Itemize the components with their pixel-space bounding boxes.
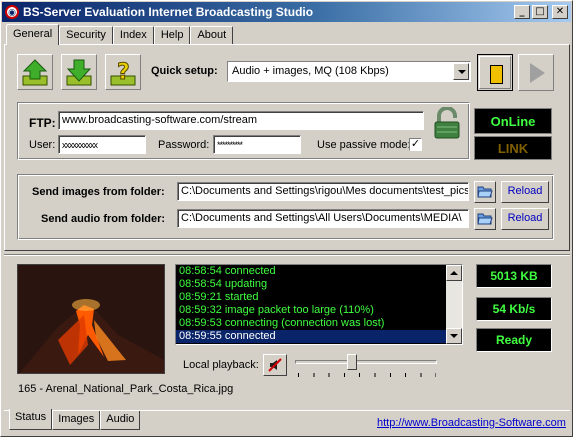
audio-folder-input[interactable]: C:\Documents and Settings\All Users\Docu…: [177, 209, 469, 228]
online-indicator: OnLine: [474, 108, 552, 134]
tab-index[interactable]: Index: [112, 26, 154, 45]
section-divider: [4, 254, 570, 256]
log-line[interactable]: 08:59:53 connecting (connection was lost…: [176, 317, 446, 330]
quick-setup-label: Quick setup:: [151, 65, 218, 77]
log-scrollbar[interactable]: [446, 265, 462, 344]
password-input[interactable]: **********: [213, 135, 301, 154]
tab-audio[interactable]: Audio: [100, 411, 141, 430]
help-button[interactable]: ?: [105, 54, 141, 90]
folder-open-icon: [477, 213, 493, 225]
upload-button[interactable]: [17, 54, 53, 90]
browse-images-button[interactable]: [474, 181, 496, 203]
title-bar[interactable]: ◉ BS-Server Evaluation Internet Broadcas…: [2, 2, 571, 22]
scroll-up-button[interactable]: [446, 265, 462, 281]
images-folder-input[interactable]: C:\Documents and Settings\rigou\Mes docu…: [177, 182, 469, 201]
download-button[interactable]: [61, 54, 97, 90]
volcano-image: [18, 265, 164, 373]
download-arrow-icon: [66, 59, 92, 86]
password-label: Password:: [158, 139, 210, 151]
log-line[interactable]: 08:59:21 started: [176, 291, 446, 304]
chevron-down-icon[interactable]: [453, 63, 469, 80]
bottom-tabs: Status Images Audio: [9, 409, 141, 430]
svg-text:?: ?: [117, 60, 130, 85]
slider-track: [295, 360, 437, 364]
log-line[interactable]: 08:59:32 image packet too large (110%): [176, 304, 446, 317]
slider-thumb[interactable]: [347, 354, 357, 370]
tab-about[interactable]: About: [190, 26, 234, 45]
stop-button[interactable]: [477, 54, 513, 91]
log-line[interactable]: 08:58:54 updating: [176, 278, 446, 291]
user-input[interactable]: xxxxxxxxxx: [58, 135, 146, 154]
current-image-thumbnail: [17, 264, 165, 374]
close-button[interactable]: ✕: [552, 5, 568, 19]
folder-open-icon: [477, 186, 493, 198]
ftp-url-input[interactable]: www.broadcasting-software.com/stream: [58, 111, 424, 130]
website-link[interactable]: http://www.Broadcasting-Software.com: [377, 417, 566, 429]
image-caption: 165 - Arenal_National_Park_Costa_Rica.jp…: [18, 383, 234, 395]
images-folder-label: Send images from folder:: [32, 186, 165, 198]
reload-audio-button[interactable]: Reload: [501, 208, 549, 230]
bytes-sent-display: 5013 KB: [476, 264, 552, 288]
bitrate-display: 54 Kb/s: [476, 297, 552, 321]
slider-ticks: [298, 373, 436, 377]
stop-icon: [490, 65, 503, 84]
app-logo-icon: ◉: [5, 5, 19, 19]
mute-speaker-button[interactable]: [263, 354, 287, 376]
quick-setup-select[interactable]: Audio + images, MQ (108 Kbps): [227, 61, 471, 82]
local-playback-label: Local playback:: [183, 359, 259, 371]
online-text: OnLine: [490, 113, 536, 129]
padlock-icon[interactable]: [431, 107, 465, 141]
minimize-button[interactable]: _: [514, 5, 530, 19]
passive-mode-label: Use passive mode:: [317, 139, 411, 151]
audio-folder-label: Send audio from folder:: [41, 213, 166, 225]
browse-audio-button[interactable]: [474, 208, 496, 230]
tab-general[interactable]: General: [6, 24, 60, 45]
tab-help[interactable]: Help: [153, 26, 191, 45]
muted-speaker-icon: [268, 358, 282, 372]
tab-status[interactable]: Status: [9, 409, 53, 430]
help-question-icon: ?: [110, 60, 136, 86]
user-label: User:: [29, 139, 56, 151]
upload-arrow-icon: [22, 59, 48, 86]
tab-security[interactable]: Security: [59, 26, 113, 45]
log-line[interactable]: 08:58:54 connected: [176, 265, 446, 278]
app-window: ◉ BS-Server Evaluation Internet Broadcas…: [0, 0, 573, 437]
log-line-selected[interactable]: 08:59:55 connected: [176, 330, 446, 343]
window-title: BS-Server Evaluation Internet Broadcasti…: [23, 5, 314, 19]
volume-slider[interactable]: [293, 354, 439, 380]
reload-images-button[interactable]: Reload: [501, 181, 549, 203]
maximize-button[interactable]: □: [532, 5, 548, 19]
scroll-down-button[interactable]: [446, 328, 462, 344]
ftp-label: FTP:: [29, 116, 56, 130]
event-log[interactable]: 08:58:54 connected 08:58:54 updating 08:…: [175, 264, 463, 345]
state-display: Ready: [476, 328, 552, 352]
passive-mode-checkbox[interactable]: ✓: [409, 138, 422, 151]
link-indicator: LINK: [474, 136, 552, 160]
play-button[interactable]: [518, 54, 554, 91]
tab-images[interactable]: Images: [52, 411, 101, 430]
main-tabs: General Security Index Help About: [6, 24, 234, 45]
quick-setup-value: Audio + images, MQ (108 Kbps): [232, 65, 389, 77]
link-text: LINK: [497, 140, 529, 156]
